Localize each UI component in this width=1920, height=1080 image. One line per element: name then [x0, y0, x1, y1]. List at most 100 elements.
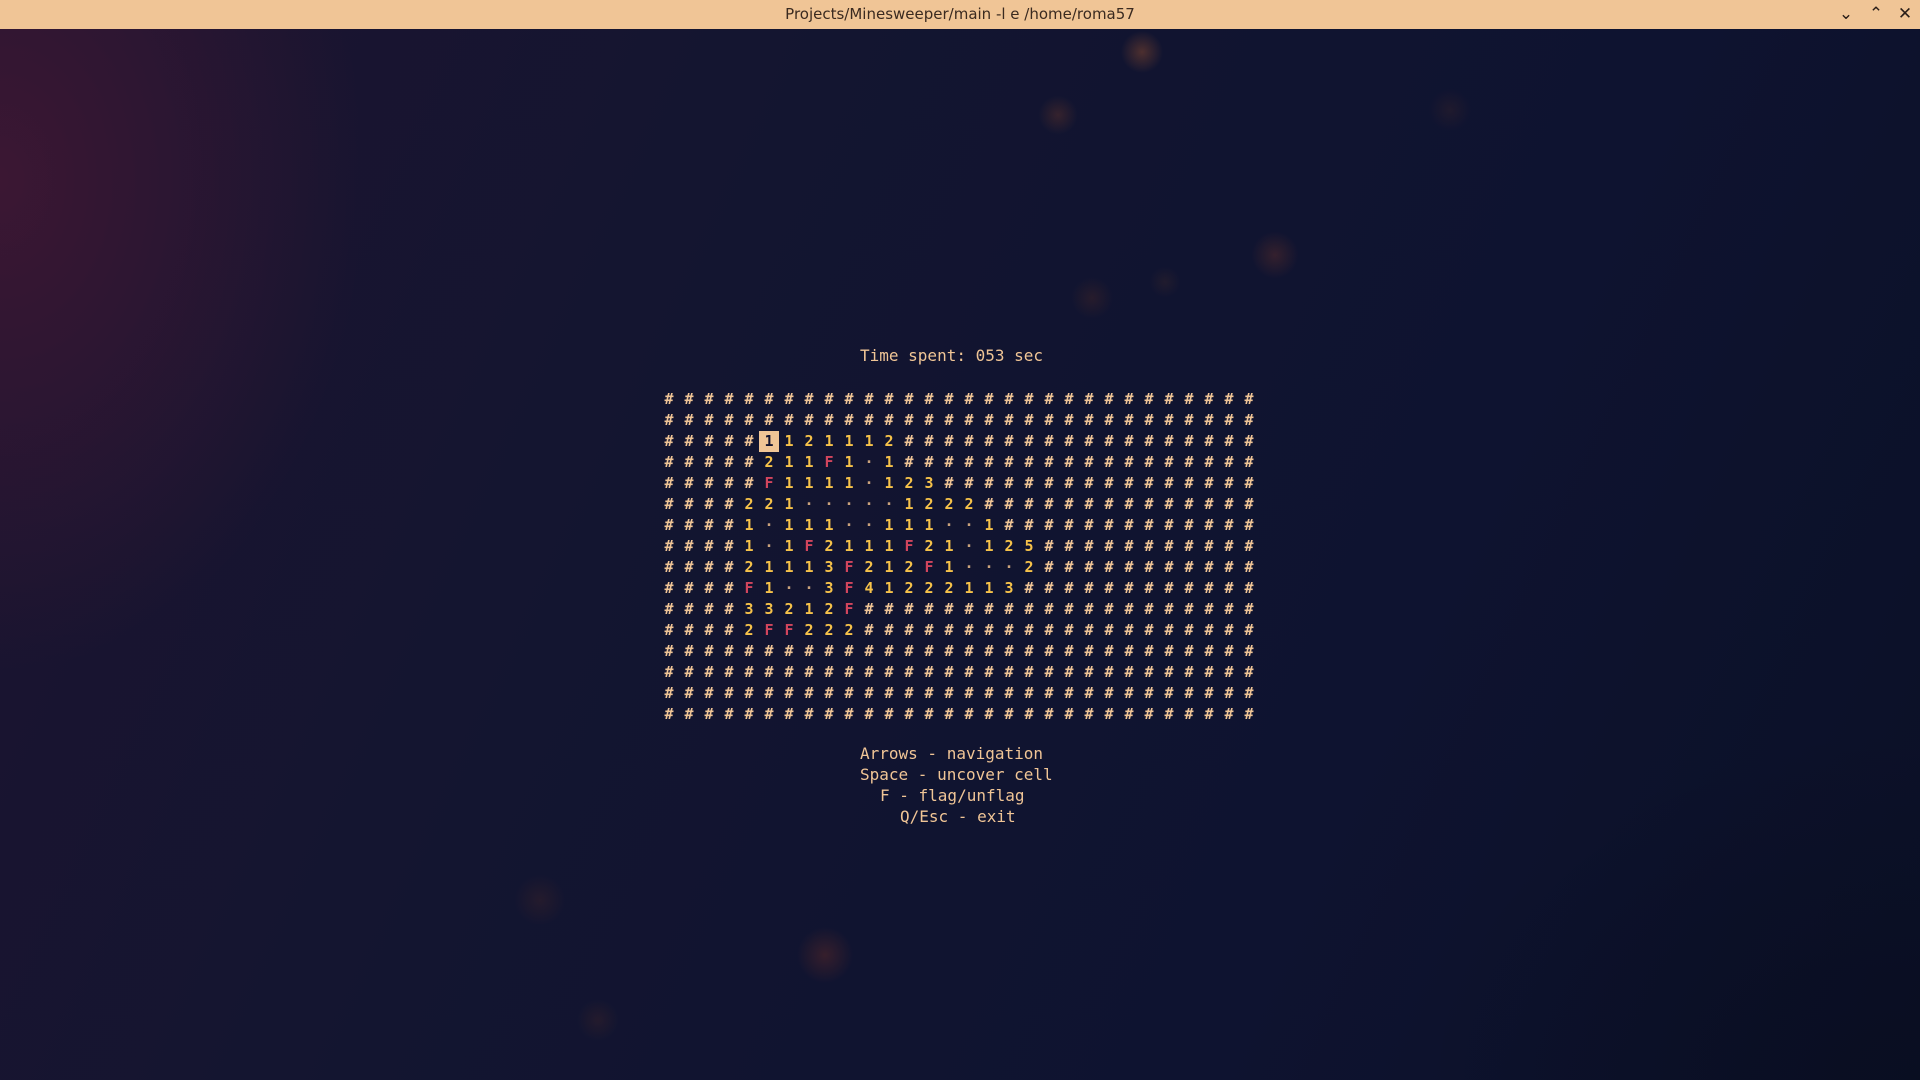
close-icon[interactable]: ✕: [1893, 0, 1917, 29]
hidden-cell[interactable]: #: [939, 683, 959, 704]
hidden-cell[interactable]: #: [659, 704, 679, 725]
empty-cell[interactable]: ·: [859, 452, 879, 473]
number-cell[interactable]: 2: [819, 599, 839, 620]
hidden-cell[interactable]: #: [1199, 494, 1219, 515]
hidden-cell[interactable]: #: [679, 620, 699, 641]
hidden-cell[interactable]: #: [999, 641, 1019, 662]
hidden-cell[interactable]: #: [1059, 452, 1079, 473]
hidden-cell[interactable]: #: [1239, 410, 1259, 431]
hidden-cell[interactable]: #: [1039, 431, 1059, 452]
hidden-cell[interactable]: #: [1179, 473, 1199, 494]
number-cell[interactable]: 2: [899, 578, 919, 599]
hidden-cell[interactable]: #: [759, 704, 779, 725]
hidden-cell[interactable]: #: [939, 599, 959, 620]
hidden-cell[interactable]: #: [1079, 431, 1099, 452]
number-cell[interactable]: 1: [799, 599, 819, 620]
hidden-cell[interactable]: #: [1079, 452, 1099, 473]
hidden-cell[interactable]: #: [1099, 704, 1119, 725]
hidden-cell[interactable]: #: [1239, 620, 1259, 641]
hidden-cell[interactable]: #: [659, 431, 679, 452]
hidden-cell[interactable]: #: [659, 473, 679, 494]
hidden-cell[interactable]: #: [1059, 704, 1079, 725]
hidden-cell[interactable]: #: [679, 494, 699, 515]
number-cell[interactable]: 1: [799, 452, 819, 473]
hidden-cell[interactable]: #: [1159, 431, 1179, 452]
hidden-cell[interactable]: #: [1179, 494, 1199, 515]
hidden-cell[interactable]: #: [919, 452, 939, 473]
hidden-cell[interactable]: #: [1219, 662, 1239, 683]
empty-cell[interactable]: ·: [759, 515, 779, 536]
hidden-cell[interactable]: #: [1099, 641, 1119, 662]
hidden-cell[interactable]: #: [879, 641, 899, 662]
hidden-cell[interactable]: #: [939, 641, 959, 662]
hidden-cell[interactable]: #: [839, 683, 859, 704]
hidden-cell[interactable]: #: [1059, 389, 1079, 410]
hidden-cell[interactable]: #: [679, 683, 699, 704]
number-cell[interactable]: 2: [899, 473, 919, 494]
flag-cell[interactable]: F: [779, 620, 799, 641]
hidden-cell[interactable]: #: [1119, 683, 1139, 704]
number-cell[interactable]: 1: [979, 578, 999, 599]
number-cell[interactable]: 2: [739, 620, 759, 641]
hidden-cell[interactable]: #: [1079, 620, 1099, 641]
hidden-cell[interactable]: #: [1059, 578, 1079, 599]
hidden-cell[interactable]: #: [699, 599, 719, 620]
number-cell[interactable]: 1: [979, 536, 999, 557]
number-cell[interactable]: 1: [859, 431, 879, 452]
empty-cell[interactable]: ·: [799, 494, 819, 515]
hidden-cell[interactable]: #: [1239, 452, 1259, 473]
hidden-cell[interactable]: #: [719, 410, 739, 431]
hidden-cell[interactable]: #: [719, 494, 739, 515]
hidden-cell[interactable]: #: [919, 683, 939, 704]
hidden-cell[interactable]: #: [879, 620, 899, 641]
hidden-cell[interactable]: #: [1199, 704, 1219, 725]
number-cell[interactable]: 2: [1019, 557, 1039, 578]
hidden-cell[interactable]: #: [1139, 410, 1159, 431]
hidden-cell[interactable]: #: [1039, 515, 1059, 536]
number-cell[interactable]: 1: [779, 431, 799, 452]
number-cell[interactable]: 1: [799, 557, 819, 578]
empty-cell[interactable]: ·: [959, 515, 979, 536]
hidden-cell[interactable]: #: [1099, 452, 1119, 473]
hidden-cell[interactable]: #: [1039, 578, 1059, 599]
hidden-cell[interactable]: #: [1059, 515, 1079, 536]
hidden-cell[interactable]: #: [979, 641, 999, 662]
number-cell[interactable]: 2: [939, 578, 959, 599]
empty-cell[interactable]: ·: [839, 515, 859, 536]
hidden-cell[interactable]: #: [1079, 557, 1099, 578]
hidden-cell[interactable]: #: [699, 431, 719, 452]
hidden-cell[interactable]: #: [1179, 536, 1199, 557]
number-cell[interactable]: 2: [799, 620, 819, 641]
hidden-cell[interactable]: #: [1099, 662, 1119, 683]
hidden-cell[interactable]: #: [899, 389, 919, 410]
hidden-cell[interactable]: #: [819, 704, 839, 725]
hidden-cell[interactable]: #: [1219, 704, 1239, 725]
minesweeper-board[interactable]: # # # # # # # # # # # # # # # # # # # # # # # # # # # # # # # # # # # # # # # #…: [659, 389, 1259, 725]
number-cell[interactable]: 1: [859, 536, 879, 557]
hidden-cell[interactable]: #: [959, 599, 979, 620]
hidden-cell[interactable]: #: [1159, 662, 1179, 683]
hidden-cell[interactable]: #: [959, 641, 979, 662]
flag-cell[interactable]: F: [839, 578, 859, 599]
hidden-cell[interactable]: #: [1059, 662, 1079, 683]
number-cell[interactable]: 1: [799, 473, 819, 494]
number-cell[interactable]: 2: [959, 494, 979, 515]
hidden-cell[interactable]: #: [1079, 578, 1099, 599]
hidden-cell[interactable]: #: [699, 578, 719, 599]
hidden-cell[interactable]: #: [1119, 578, 1139, 599]
empty-cell[interactable]: ·: [759, 536, 779, 557]
hidden-cell[interactable]: #: [679, 662, 699, 683]
hidden-cell[interactable]: #: [1079, 599, 1099, 620]
empty-cell[interactable]: ·: [819, 494, 839, 515]
hidden-cell[interactable]: #: [1219, 578, 1239, 599]
maximize-icon[interactable]: ⌃: [1864, 0, 1888, 29]
hidden-cell[interactable]: #: [879, 410, 899, 431]
hidden-cell[interactable]: #: [1159, 641, 1179, 662]
hidden-cell[interactable]: #: [679, 704, 699, 725]
hidden-cell[interactable]: #: [999, 704, 1019, 725]
hidden-cell[interactable]: #: [699, 683, 719, 704]
number-cell[interactable]: 1: [779, 536, 799, 557]
number-cell[interactable]: 1: [979, 515, 999, 536]
hidden-cell[interactable]: #: [939, 473, 959, 494]
hidden-cell[interactable]: #: [1079, 704, 1099, 725]
